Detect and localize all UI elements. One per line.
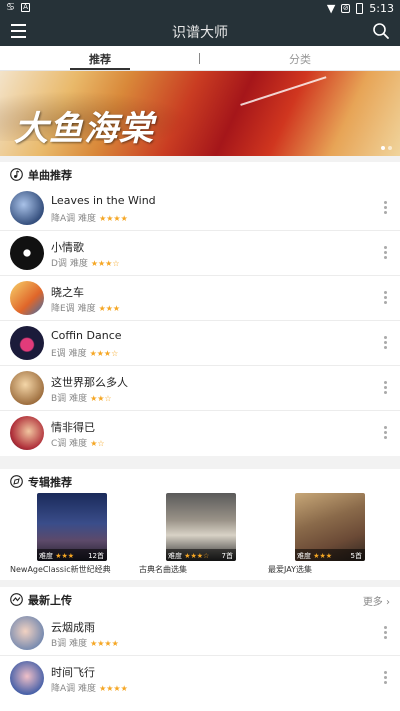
latest-title: 最新上传	[28, 594, 72, 607]
more-options-icon[interactable]	[384, 246, 388, 260]
albums-header: 专辑推荐	[0, 469, 400, 493]
rating-stars: ★★★	[98, 304, 121, 313]
app-bar: 识谱大师	[0, 17, 400, 46]
rating-stars: ★★★	[55, 552, 75, 560]
more-options-icon[interactable]	[384, 336, 388, 350]
banner-page-indicator	[381, 146, 392, 150]
album-info-bar: 难度 ★★★ 5首	[295, 549, 365, 561]
song-meta: B调 难度 ★★★★	[51, 639, 119, 649]
song-item[interactable]: 晓之车 降E调 难度 ★★★	[0, 276, 400, 321]
album-info-bar: 难度 ★★★☆ 7首	[166, 549, 236, 561]
song-item[interactable]: 云烟成雨 B调 难度 ★★★★	[0, 611, 400, 656]
song-cover	[10, 416, 44, 450]
song-name: 这世界那么多人	[51, 376, 128, 389]
album-list: 难度 ★★★ 12首 NewAgeClassic新世纪经典 难度 ★★★☆ 7首…	[0, 493, 400, 574]
album-track-count: 5首	[350, 552, 362, 560]
rating-stars: ★★☆	[90, 394, 112, 403]
more-link[interactable]: 更多 ›	[363, 593, 390, 608]
more-options-icon[interactable]	[384, 426, 388, 440]
tab-recommend[interactable]: 推荐	[89, 51, 111, 67]
song-name: 小情歌	[51, 241, 84, 254]
latest-header: 最新上传 更多 ›	[0, 587, 400, 611]
album-track-count: 7首	[221, 552, 233, 560]
rating-stars: ★★★	[313, 552, 333, 560]
chevron-right-icon: ›	[386, 597, 390, 608]
song-item[interactable]: 这世界那么多人 B调 难度 ★★☆	[0, 366, 400, 411]
song-name: 晓之车	[51, 286, 84, 299]
banner-crane-art	[240, 76, 340, 147]
song-cover	[10, 616, 44, 650]
latest-section: 最新上传 更多 › 云烟成雨 B调 难度 ★★★★ 时间飞行 降A调 难度 ★★★★	[0, 587, 400, 711]
song-meta: D调 难度 ★★★☆	[51, 259, 120, 269]
more-options-icon[interactable]	[384, 201, 388, 215]
song-cover	[10, 326, 44, 360]
album-name: NewAgeClassic新世纪经典	[10, 565, 111, 574]
album-cover: 难度 ★★★ 5首	[295, 493, 365, 561]
trend-icon	[10, 593, 23, 606]
singles-header: 单曲推荐	[0, 162, 400, 186]
album-name: 最爱JAY选集	[268, 565, 312, 574]
singles-title: 单曲推荐	[28, 169, 72, 182]
album-track-count: 12首	[88, 552, 104, 560]
album-cover: 难度 ★★★☆ 7首	[166, 493, 236, 561]
app-title: 识谱大师	[172, 25, 228, 41]
song-cover	[10, 661, 44, 695]
album-name: 古典名曲选集	[139, 565, 187, 574]
status-time: 5:13	[369, 2, 394, 15]
song-meta: E调 难度 ★★★☆	[51, 349, 119, 359]
status-bar: ♋ A ▼ ⊘ 5:13	[0, 0, 400, 17]
tab-indicator	[70, 68, 130, 70]
song-item[interactable]: 小情歌 D调 难度 ★★★☆	[0, 231, 400, 276]
banner-carousel[interactable]: 大鱼海棠	[0, 71, 400, 156]
song-meta: 降A调 难度 ★★★★	[51, 684, 128, 694]
music-note-icon	[10, 168, 23, 181]
song-item[interactable]: Leaves in the Wind 降A调 难度 ★★★★	[0, 186, 400, 231]
mascot-icon: ♋	[6, 2, 15, 13]
song-name: Coffin Dance	[51, 329, 122, 342]
a-icon: A	[20, 3, 30, 12]
rating-stars: ★★★★	[99, 214, 128, 223]
song-name: Leaves in the Wind	[51, 194, 156, 207]
song-meta: C调 难度 ★☆	[51, 439, 105, 449]
more-options-icon[interactable]	[384, 626, 388, 640]
song-name: 云烟成雨	[51, 621, 95, 634]
tab-bar: 推荐 分类	[0, 46, 400, 71]
song-item[interactable]: 情非得已 C调 难度 ★☆	[0, 411, 400, 456]
rating-stars: ★★★★	[90, 639, 119, 648]
rating-stars: ★★★☆	[184, 552, 210, 560]
tab-category[interactable]: 分类	[289, 51, 311, 67]
wifi-icon: ▼	[326, 2, 336, 15]
albums-title: 专辑推荐	[28, 476, 72, 489]
no-sim-icon: ⊘	[341, 4, 351, 13]
album-cover: 难度 ★★★ 12首	[37, 493, 107, 561]
more-options-icon[interactable]	[384, 381, 388, 395]
more-options-icon[interactable]	[384, 291, 388, 305]
rating-stars: ★☆	[90, 439, 105, 448]
song-item[interactable]: 时间飞行 降A调 难度 ★★★★	[0, 656, 400, 701]
rating-stars: ★★★★	[99, 684, 128, 693]
search-icon[interactable]	[372, 22, 390, 40]
song-cover	[10, 236, 44, 270]
song-cover	[10, 281, 44, 315]
banner-title: 大鱼海棠	[14, 109, 154, 149]
rating-stars: ★★★☆	[90, 259, 120, 268]
song-item[interactable]: Coffin Dance E调 难度 ★★★☆	[0, 321, 400, 366]
song-meta: 降A调 难度 ★★★★	[51, 214, 128, 224]
song-cover	[10, 371, 44, 405]
albums-section: 专辑推荐 难度 ★★★ 12首 NewAgeClassic新世纪经典 难度 ★★…	[0, 469, 400, 580]
disc-icon	[10, 475, 23, 488]
song-cover	[10, 191, 44, 225]
singles-section: 单曲推荐 Leaves in the Wind 降A调 难度 ★★★★ 小情歌 D…	[0, 162, 400, 456]
rating-stars: ★★★☆	[89, 349, 119, 358]
more-options-icon[interactable]	[384, 671, 388, 685]
tab-divider	[199, 53, 200, 64]
song-name: 时间飞行	[51, 666, 95, 679]
song-meta: B调 难度 ★★☆	[51, 394, 112, 404]
song-name: 情非得已	[51, 421, 95, 434]
song-meta: 降E调 难度 ★★★	[51, 304, 121, 314]
battery-icon	[356, 3, 364, 14]
album-info-bar: 难度 ★★★ 12首	[37, 549, 107, 561]
